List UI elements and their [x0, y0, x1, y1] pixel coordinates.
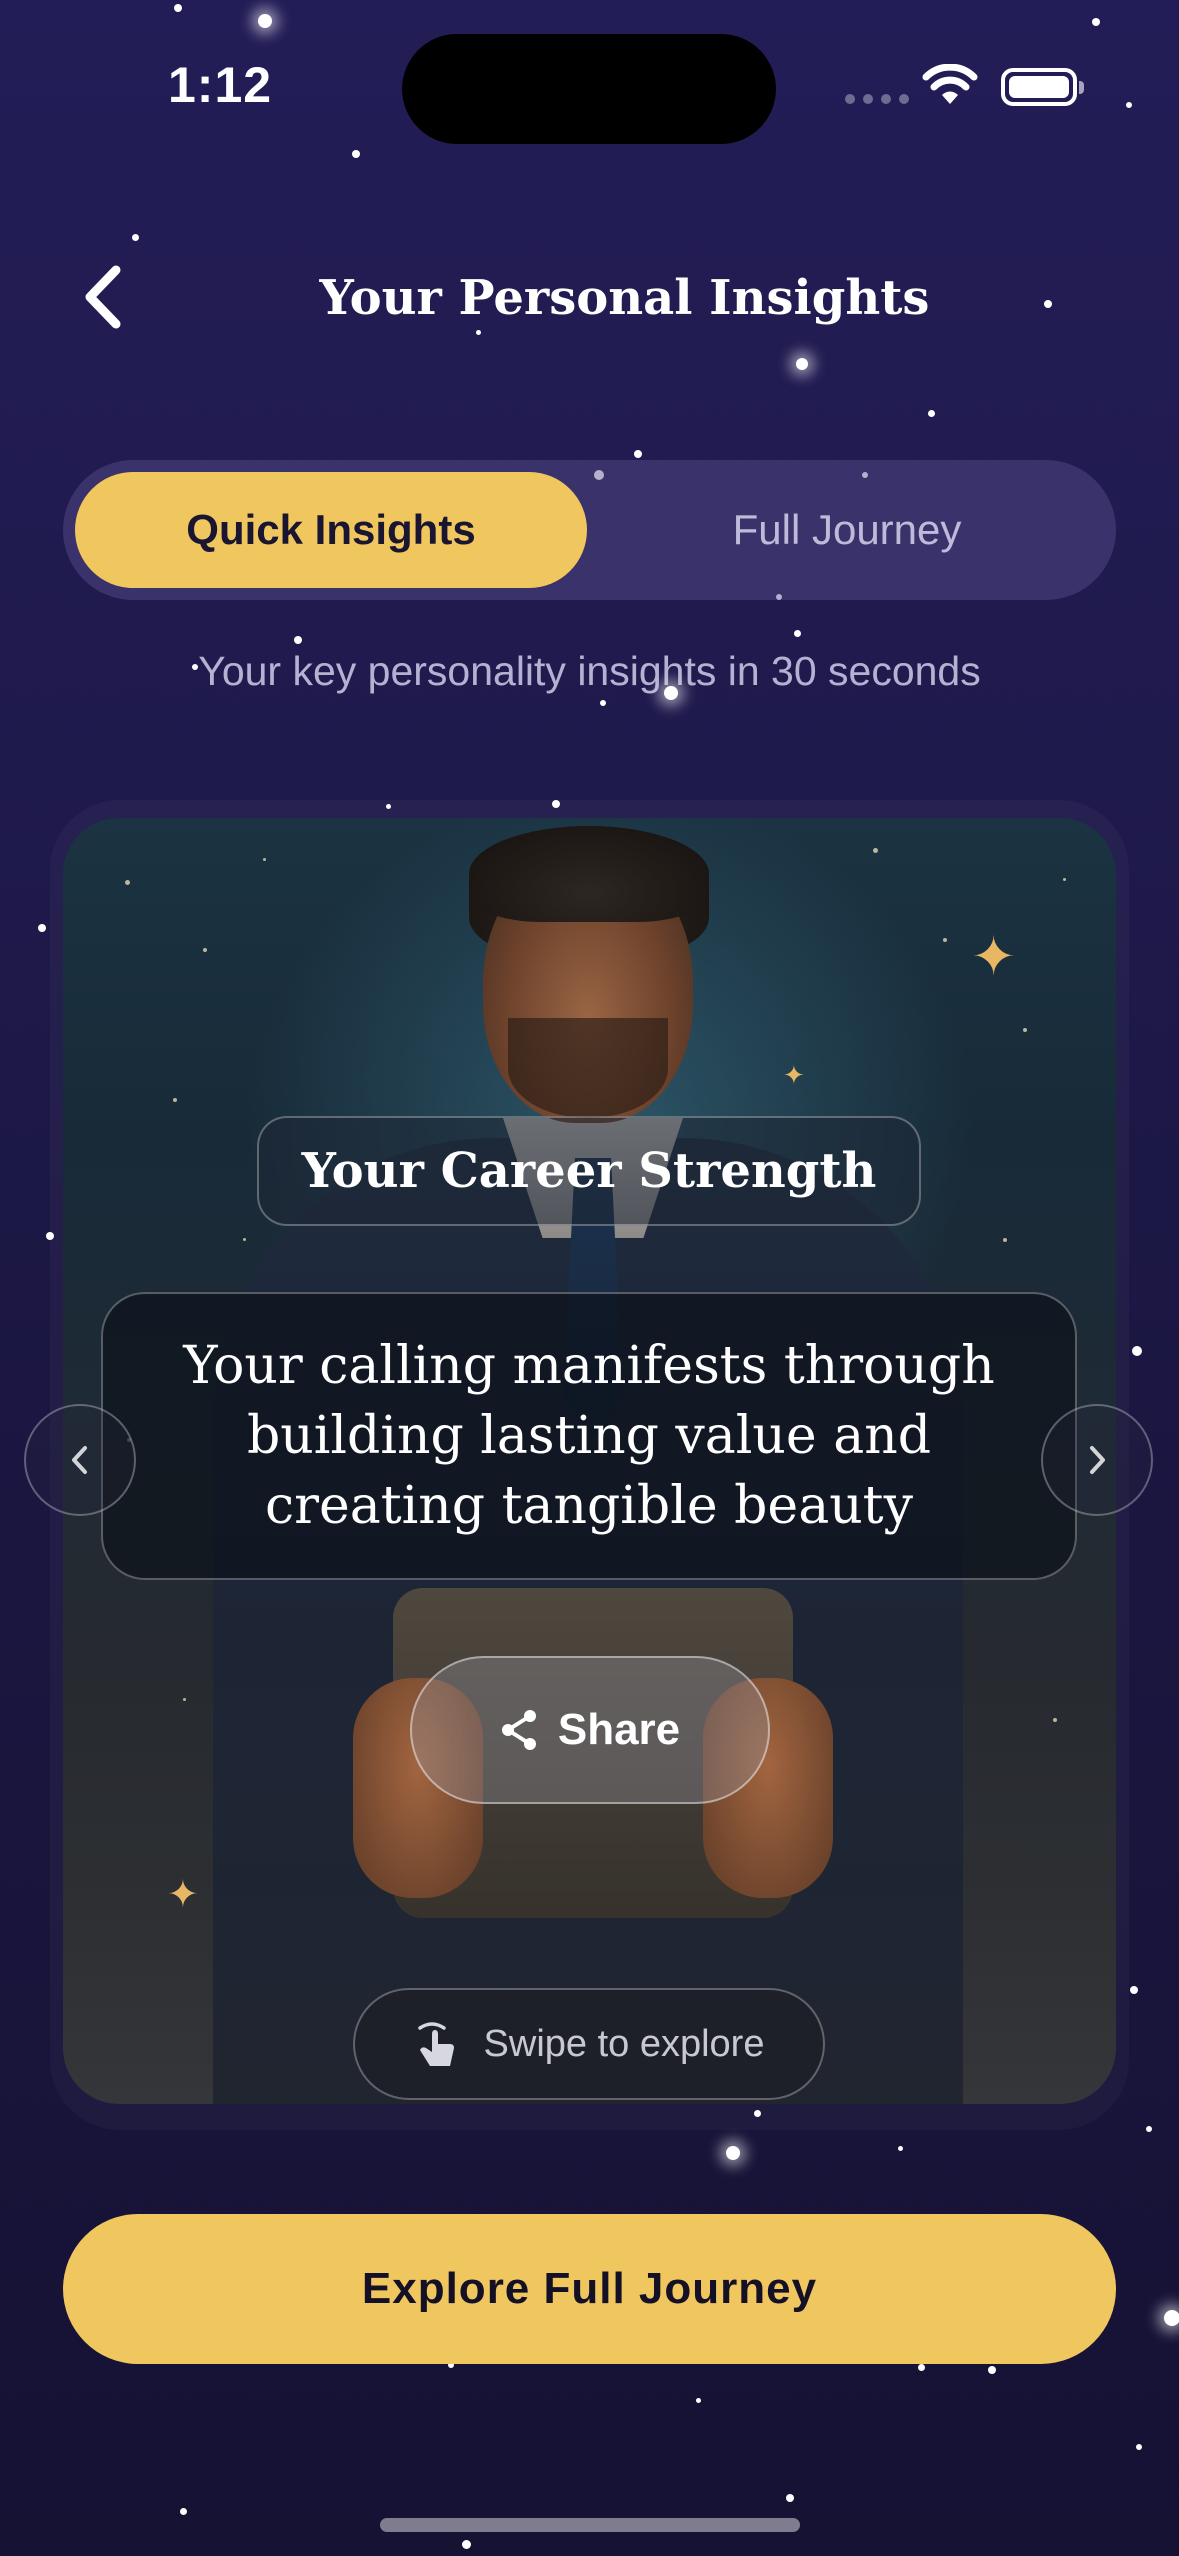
status-time: 1:12 — [168, 57, 273, 113]
share-icon — [501, 1710, 536, 1750]
insight-quote: Your calling manifests through building … — [101, 1292, 1077, 1580]
home-indicator[interactable] — [380, 2518, 800, 2532]
chevron-left-icon — [72, 1446, 87, 1474]
share-label: Share — [557, 1705, 681, 1754]
explore-full-journey-button[interactable]: Explore Full Journey — [63, 2214, 1116, 2364]
chevron-right-icon — [1090, 1446, 1105, 1474]
next-card-button[interactable] — [1041, 1404, 1153, 1516]
battery-icon — [1001, 68, 1084, 106]
insights-mode-toggle: Quick Insights Full Journey — [63, 460, 1116, 600]
swipe-hand-icon — [417, 2022, 454, 2066]
previous-card-button[interactable] — [24, 1404, 136, 1516]
wifi-icon — [922, 64, 978, 104]
share-button[interactable]: Share — [410, 1656, 770, 1804]
cellular-signal-icon — [845, 94, 909, 104]
page-title: Your Personal Insights — [319, 270, 930, 326]
tab-full-journey[interactable]: Full Journey — [591, 472, 1103, 588]
dynamic-island — [402, 34, 776, 144]
swipe-hint-label: Swipe to explore — [483, 2022, 765, 2065]
card-title: Your Career Strength — [257, 1116, 921, 1226]
tab-quick-insights[interactable]: Quick Insights — [75, 472, 587, 588]
insight-card[interactable]: ✦ ✦ ✦ Your Career Strength Your calling … — [63, 818, 1116, 2104]
mode-subtitle: Your key personality insights in 30 seco… — [198, 648, 981, 694]
swipe-hint: Swipe to explore — [353, 1988, 825, 2100]
